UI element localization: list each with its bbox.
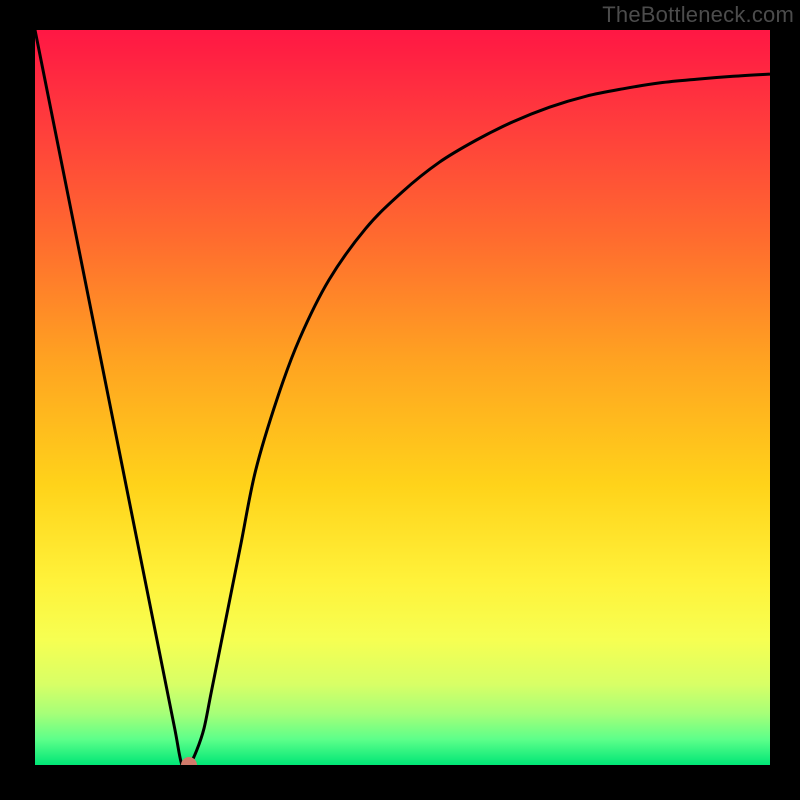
plot-area [35,30,770,765]
curve-layer [35,30,770,765]
chart-frame: TheBottleneck.com [0,0,800,800]
watermark-text: TheBottleneck.com [602,2,794,28]
bottleneck-curve [35,30,770,765]
